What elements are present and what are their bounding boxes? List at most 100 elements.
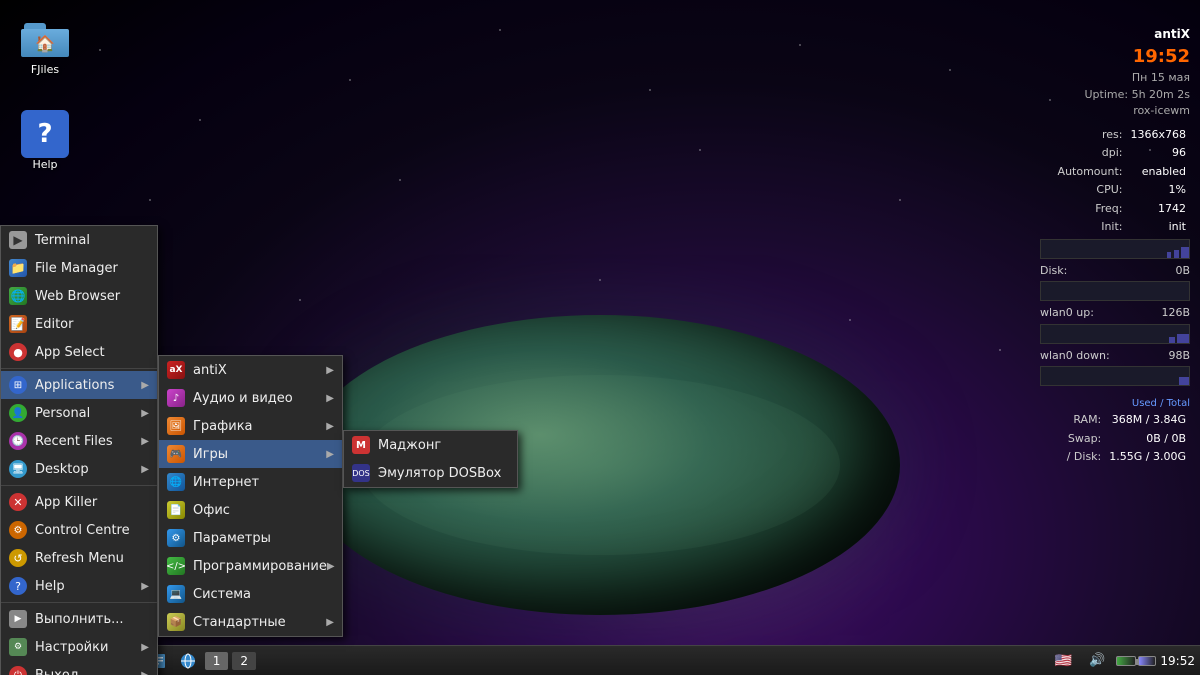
taskbar: antiX $_ — [0, 645, 1200, 675]
sysinfo-dpi-label: dpi: — [1054, 144, 1127, 163]
desktop-arrow: ▶ — [141, 464, 149, 475]
exit-icon: ⏻ — [9, 666, 27, 675]
menu-item-settings-label: Настройки — [35, 640, 108, 655]
sysinfo-wlan-up-label: wlan0 up: — [1040, 305, 1094, 322]
apps-submenu-standard-label: Стандартные — [193, 615, 286, 630]
sysinfo-date: Пн 15 мая — [1040, 70, 1190, 87]
sysinfo-disk-label: Disk: — [1040, 263, 1067, 280]
audio-arrow: ▶ — [326, 393, 334, 404]
menu-item-file-manager[interactable]: 📁 File Manager — [1, 254, 157, 282]
menu-item-app-killer-label: App Killer — [35, 495, 97, 510]
apps-submenu-games[interactable]: 🎮 Игры ▶ — [159, 440, 342, 468]
icon-files-label: FJiles — [31, 63, 59, 76]
sysinfo-disk-val: 0B — [1175, 263, 1190, 280]
apps-submenu-games-label: Игры — [193, 447, 228, 462]
battery2-icon — [1138, 656, 1156, 666]
menu-item-editor-label: Editor — [35, 317, 73, 332]
menu-item-terminal-label: Terminal — [35, 233, 90, 248]
games-submenu-dosbox-label: Эмулятор DOSBox — [378, 466, 501, 481]
apps-submenu-params[interactable]: ⚙ Параметры — [159, 524, 342, 552]
apps-submenu-audio-label: Аудио и видео — [193, 391, 293, 406]
menu-item-web-browser[interactable]: 🌐 Web Browser — [1, 282, 157, 310]
desktop-icon-files[interactable]: 🏠 FJiles — [10, 15, 80, 76]
antix-icon: aX — [167, 361, 185, 379]
menu-item-control-centre[interactable]: ⚙ Control Centre — [1, 516, 157, 544]
games-arrow: ▶ — [326, 449, 334, 460]
sysinfo-swap-label: Swap: — [1063, 430, 1106, 449]
menu-item-refresh-menu-label: Refresh Menu — [35, 551, 124, 566]
games-submenu-dosbox[interactable]: DOS Эмулятор DOSBox — [344, 459, 517, 487]
apps-submenu-programming[interactable]: </> Программирование ▶ — [159, 552, 342, 580]
app-killer-icon: ✕ — [9, 493, 27, 511]
sysinfo-cpu-label: CPU: — [1054, 181, 1127, 200]
sysinfo-automount-label: Automount: — [1054, 163, 1127, 182]
sysinfo-ram-val: 368M / 3.84G — [1105, 411, 1190, 430]
menu-item-app-killer[interactable]: ✕ App Killer — [1, 488, 157, 516]
menu-item-terminal[interactable]: ▶ Terminal — [1, 226, 157, 254]
taskbar-workspace-1[interactable]: 1 — [205, 652, 229, 670]
menu-item-help[interactable]: ? Help ▶ — [1, 572, 157, 600]
sysinfo-time: 19:52 — [1040, 43, 1190, 70]
run-icon: ▶ — [9, 610, 27, 628]
menu-item-app-select[interactable]: ● App Select — [1, 338, 157, 366]
recent-files-icon: 🕒 — [9, 432, 27, 450]
taskbar-browser-btn[interactable] — [174, 647, 202, 675]
graphics-arrow: ▶ — [326, 421, 334, 432]
applications-icon: ⊞ — [9, 376, 27, 394]
taskbar-right: 🇺🇸 🔊 19:52 — [1048, 647, 1200, 675]
recent-files-arrow: ▶ — [141, 436, 149, 447]
games-icon: 🎮 — [167, 445, 185, 463]
file-manager-icon: 📁 — [9, 259, 27, 277]
flag-icon: 🇺🇸 — [1055, 653, 1072, 669]
games-submenu: M Маджонг DOS Эмулятор DOSBox — [343, 430, 518, 488]
menu-item-applications[interactable]: ⊞ Applications ▶ — [1, 371, 157, 399]
taskbar-flag-btn[interactable]: 🇺🇸 — [1049, 647, 1077, 675]
sysinfo-res-label: res: — [1054, 126, 1127, 145]
taskbar-audio-btn[interactable]: 🔊 — [1083, 647, 1111, 675]
apps-submenu-internet[interactable]: 🌐 Интернет — [159, 468, 342, 496]
apps-submenu-system-label: Система — [193, 587, 251, 602]
sysinfo-panel: antiX 19:52 Пн 15 мая Uptime: 5h 20m 2s … — [1040, 25, 1190, 467]
menu-item-refresh-menu[interactable]: ↺ Refresh Menu — [1, 544, 157, 572]
menu-item-exit[interactable]: ⏻ Выход... ▶ — [1, 661, 157, 675]
sysinfo-hostname: antiX — [1040, 25, 1190, 43]
desktop-icon-help[interactable]: ? Help — [10, 110, 80, 171]
cpu-graph — [1040, 239, 1190, 259]
apps-submenu-graphics-label: Графика — [193, 419, 253, 434]
apps-submenu-standard[interactable]: 📦 Стандартные ▶ — [159, 608, 342, 636]
apps-submenu-params-label: Параметры — [193, 531, 271, 546]
games-submenu-mahjong[interactable]: M Маджонг — [344, 431, 517, 459]
menu-item-web-browser-label: Web Browser — [35, 289, 120, 304]
menu-item-settings[interactable]: ⚙ Настройки ▶ — [1, 633, 157, 661]
menu-item-desktop[interactable]: 🖥 Desktop ▶ — [1, 455, 157, 483]
menu-item-run[interactable]: ▶ Выполнить... — [1, 605, 157, 633]
apps-submenu-antix-label: antiX — [193, 363, 227, 378]
desktop-menu-icon: 🖥 — [9, 460, 27, 478]
apps-submenu-office[interactable]: 📄 Офис — [159, 496, 342, 524]
apps-submenu-office-label: Офис — [193, 503, 230, 518]
menu-item-editor[interactable]: 📝 Editor — [1, 310, 157, 338]
menu-item-personal[interactable]: 👤 Personal ▶ — [1, 399, 157, 427]
apps-submenu-antix[interactable]: aX antiX ▶ — [159, 356, 342, 384]
internet-icon: 🌐 — [167, 473, 185, 491]
programming-arrow: ▶ — [327, 561, 335, 572]
menu-separator-1 — [1, 368, 157, 369]
sysinfo-wlan-up-val: 126B — [1161, 305, 1190, 322]
taskbar-power-indicator — [1116, 656, 1156, 666]
taskbar-workspace-2[interactable]: 2 — [232, 652, 256, 670]
sysinfo-ram-label: RAM: — [1063, 411, 1106, 430]
sysinfo-init-label: Init: — [1054, 218, 1127, 237]
system-icon: 💻 — [167, 585, 185, 603]
sysinfo-slash-label: / Disk: — [1063, 448, 1106, 467]
apps-submenu-audio[interactable]: ♪ Аудио и видео ▶ — [159, 384, 342, 412]
sysinfo-dpi-val: 96 — [1127, 144, 1191, 163]
battery-icon — [1116, 656, 1136, 666]
office-icon: 📄 — [167, 501, 185, 519]
apps-submenu-graphics[interactable]: 🖼 Графика ▶ — [159, 412, 342, 440]
audio-icon: 🔊 — [1089, 653, 1105, 668]
menu-item-recent-files[interactable]: 🕒 Recent Files ▶ — [1, 427, 157, 455]
apps-submenu-system[interactable]: 💻 Система — [159, 580, 342, 608]
help-menu-icon: ? — [9, 577, 27, 595]
params-icon: ⚙ — [167, 529, 185, 547]
audio-icon: ♪ — [167, 389, 185, 407]
